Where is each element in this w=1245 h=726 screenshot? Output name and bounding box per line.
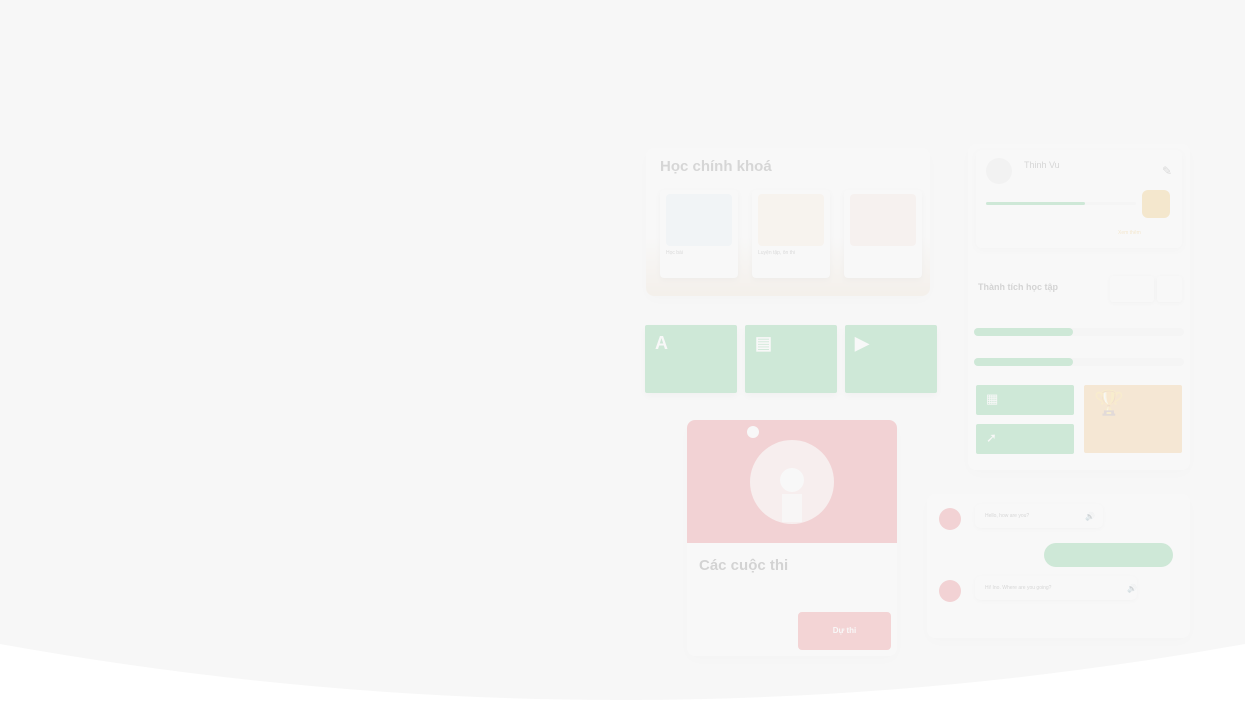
play-icon: ▶ [855, 333, 869, 353]
profile-summary: Thinh Vu ✎ Xem thêm [976, 150, 1182, 248]
robot-icon [939, 580, 961, 602]
view-more-link[interactable]: Xem thêm [1118, 230, 1141, 236]
achievements-dropdown-button[interactable] [1157, 276, 1182, 302]
speaker-icon[interactable]: 🔊 [1085, 512, 1095, 521]
course-tile-other[interactable] [844, 190, 922, 278]
course-title: Học chính khoá [660, 158, 772, 175]
chat-icon: ▤ [755, 333, 773, 353]
course-tile-label: Học bài [666, 250, 683, 256]
trophy-icon: 🏆 [1094, 390, 1124, 417]
achievement-progress-1 [974, 328, 1184, 336]
chat-bubble-question-1: Hello, how are you? [975, 504, 1103, 528]
contest-banner [687, 420, 897, 543]
course-tile-lesson[interactable]: Học bài [660, 190, 738, 278]
achievement-tile-1[interactable]: ▦ [976, 385, 1074, 415]
profile-card: Thinh Vu ✎ Xem thêm Thành tích học tập ▦… [968, 144, 1190, 470]
feature-preview: Học chính khoá Học bài Luyện tập, ôn thi… [0, 18, 1245, 726]
course-tile-practice[interactable]: Luyện tập, ôn thi [752, 190, 830, 278]
hero-bottom-curve [0, 644, 1245, 726]
avatar [986, 158, 1012, 184]
contest-illustration [747, 426, 834, 524]
rocket-icon: ➚ [986, 430, 997, 445]
robot-icon [939, 508, 961, 530]
practice-illustration [758, 194, 824, 246]
translate-icon: A [655, 333, 668, 353]
other-illustration [850, 194, 916, 246]
level-medal-icon [1142, 190, 1170, 218]
profile-name: Thinh Vu [1024, 160, 1060, 170]
chat-bubble-answer [1044, 543, 1173, 567]
course-panel: Học chính khoá Học bài Luyện tập, ôn thi [646, 148, 930, 296]
book-icon: ▦ [986, 391, 999, 406]
speaker-icon[interactable]: 🔊 [1127, 584, 1137, 593]
course-tile-label: Luyện tập, ôn thi [758, 250, 795, 256]
contest-card: Các cuộc thi Dự thi [687, 420, 897, 656]
chat-preview: Hello, how are you? 🔊 Hi! Ino. Where are… [927, 494, 1190, 638]
achievement-tile-2[interactable]: ➚ [976, 424, 1074, 454]
achievement-progress-2 [974, 358, 1184, 366]
tool-dictionary[interactable]: A [645, 325, 737, 393]
pencil-icon[interactable]: ✎ [1162, 164, 1172, 178]
lesson-illustration [666, 194, 732, 246]
trophy-tile[interactable]: 🏆 [1084, 385, 1182, 453]
chat-bubble-question-2: Hi! Ino. Where are you going? [975, 576, 1137, 600]
hero-section: Học chính khoá Học bài Luyện tập, ôn thi… [0, 18, 1245, 726]
contest-title: Các cuộc thi [699, 557, 789, 574]
tool-conversation[interactable]: ▤ [745, 325, 837, 393]
achievements-title: Thành tích học tập [978, 282, 1058, 292]
achievements-period-select[interactable] [1110, 276, 1154, 302]
tool-video[interactable]: ▶ [845, 325, 937, 393]
level-progress [986, 202, 1136, 205]
